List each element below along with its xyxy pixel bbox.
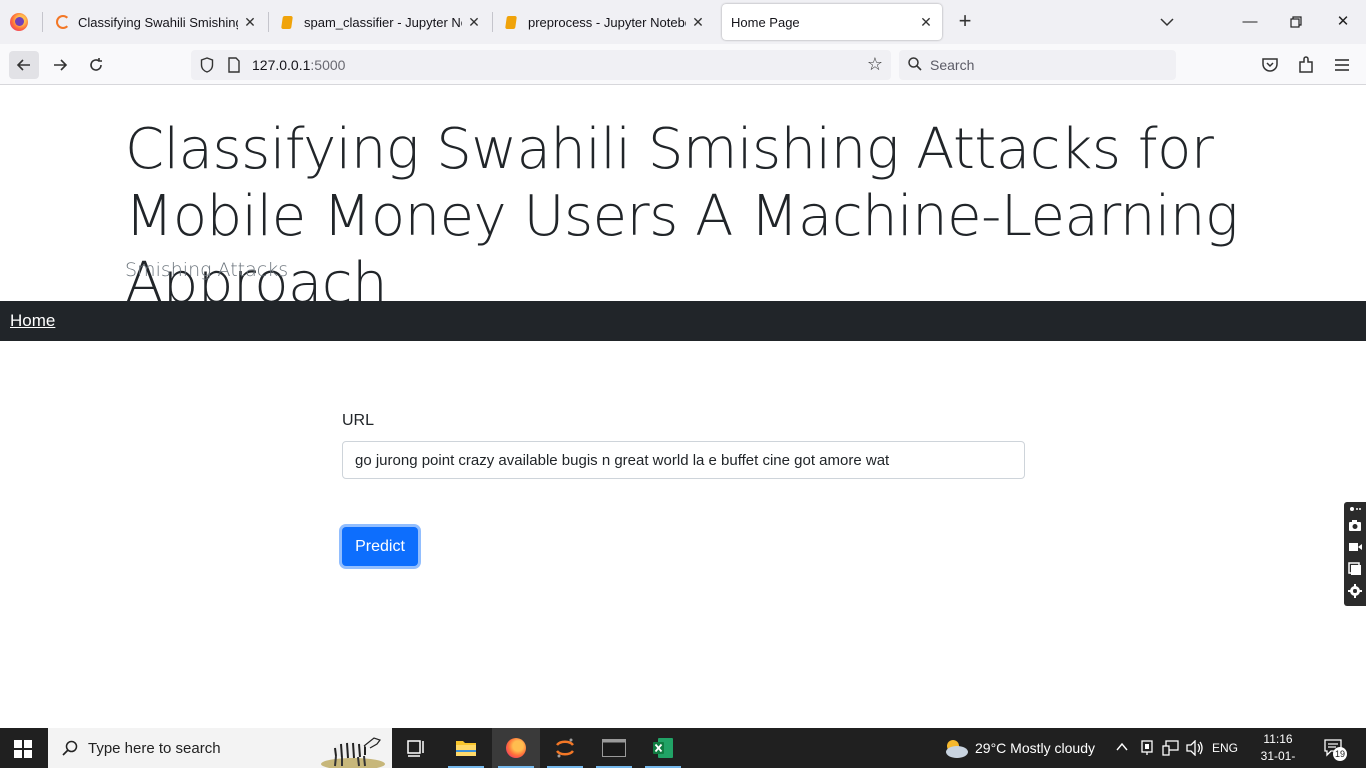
browser-tab-strip: Classifying Swahili Smishing Att ✕ spam_…	[0, 0, 1366, 44]
excel-icon	[653, 738, 673, 758]
browser-toolbar: 127.0.0.1:5000 ☆ Search	[0, 44, 1366, 85]
reload-icon	[90, 58, 102, 71]
close-tab-icon[interactable]: ✕	[466, 14, 482, 31]
tab-title: Classifying Swahili Smishing Att	[78, 14, 238, 30]
tab-separator	[268, 12, 269, 32]
nav-home-link[interactable]: Home	[10, 311, 55, 331]
notification-button[interactable]: 19	[1324, 739, 1347, 761]
extensions-icon[interactable]	[1296, 55, 1316, 75]
bookmark-star-icon[interactable]: ☆	[867, 54, 883, 75]
tab-separator	[492, 12, 493, 32]
clock-time: 11:16	[1263, 732, 1293, 746]
notebook-icon	[505, 15, 517, 29]
jupyter-icon	[56, 15, 70, 29]
taskbar-terminal[interactable]	[590, 728, 638, 768]
new-tab-button[interactable]: +	[956, 10, 974, 34]
terminal-icon	[602, 739, 626, 757]
tab-home-page[interactable]: Home Page ✕	[722, 4, 942, 40]
task-view-button[interactable]	[392, 728, 440, 768]
url-input[interactable]	[342, 441, 1025, 479]
firefox-icon	[506, 738, 526, 758]
taskbar-search-placeholder: Type here to search	[88, 740, 221, 757]
clock-date: 31-01-2023	[1260, 749, 1296, 768]
search-bar[interactable]: Search	[899, 50, 1176, 80]
settings-icon[interactable]	[1348, 584, 1362, 598]
forward-arrow-icon	[54, 59, 68, 71]
taskbar-file-explorer[interactable]	[442, 728, 490, 768]
minimize-button[interactable]: —	[1238, 10, 1262, 34]
reload-button[interactable]	[82, 51, 110, 79]
url-port: :5000	[310, 57, 346, 73]
tab-separator	[42, 12, 43, 32]
tab-title: Home Page	[731, 14, 800, 30]
page-subtitle: Smishing Attacks	[125, 259, 289, 281]
tab-title: preprocess - Jupyter Notebook	[528, 14, 686, 30]
weather-text[interactable]: 29°C Mostly cloudy	[975, 740, 1095, 756]
back-arrow-icon	[16, 59, 30, 71]
network-icon[interactable]	[1162, 740, 1180, 756]
taskbar-excel[interactable]	[639, 728, 687, 768]
folder-icon	[456, 741, 476, 756]
pocket-icon[interactable]	[1260, 55, 1280, 75]
tab-title: spam_classifier - Jupyter Notebo	[304, 14, 462, 30]
firefox-icon[interactable]	[10, 13, 28, 31]
close-tab-icon[interactable]: ✕	[242, 14, 258, 31]
tab-spam-classifier[interactable]: spam_classifier - Jupyter Notebo ✕	[272, 4, 490, 40]
site-navbar: Home	[0, 301, 1366, 341]
zebra-illustration	[321, 737, 385, 768]
address-bar[interactable]: 127.0.0.1:5000 ☆	[191, 50, 891, 80]
notification-count-badge: 19	[1333, 747, 1347, 761]
web-page: Classifying Swahili Smishing Attacks for…	[0, 85, 1366, 728]
url-host: 127.0.0.1	[252, 57, 311, 73]
chevron-up-icon[interactable]	[1116, 742, 1128, 752]
notebook-icon	[281, 15, 293, 29]
taskbar-firefox[interactable]	[492, 728, 540, 768]
menu-icon[interactable]	[1332, 55, 1352, 75]
volume-icon[interactable]	[1186, 740, 1204, 756]
video-icon[interactable]	[1348, 540, 1362, 554]
restore-button[interactable]	[1284, 10, 1308, 34]
window-capture-icon[interactable]	[1348, 562, 1362, 576]
weather-cloud-icon[interactable]	[942, 737, 970, 759]
page-title: Classifying Swahili Smishing Attacks for…	[125, 117, 1238, 316]
url-label: URL	[342, 412, 375, 429]
camera-icon[interactable]	[1348, 518, 1362, 532]
chevron-down-icon[interactable]	[1158, 14, 1176, 30]
meet-now-icon[interactable]	[1140, 740, 1154, 756]
page-info-icon[interactable]	[227, 57, 241, 73]
taskbar: Type here to search 29°C Mostly cloudy E…	[0, 728, 1366, 768]
search-icon	[62, 740, 78, 756]
capture-toolbar	[1344, 502, 1366, 606]
url-text: 127.0.0.1:5000	[252, 57, 345, 73]
taskbar-jupyter[interactable]	[541, 728, 589, 768]
search-icon	[908, 57, 922, 71]
clock[interactable]: 11:16 31-01-2023	[1248, 731, 1308, 768]
tab-preprocess[interactable]: preprocess - Jupyter Notebook ✕	[496, 4, 714, 40]
taskbar-search-box[interactable]: Type here to search	[48, 728, 392, 768]
pen-icon[interactable]	[1348, 505, 1362, 513]
tab-classifying[interactable]: Classifying Swahili Smishing Att ✕	[48, 4, 266, 40]
forward-button[interactable]	[46, 51, 74, 79]
close-tab-icon[interactable]: ✕	[918, 14, 934, 31]
shield-icon[interactable]	[200, 57, 214, 73]
close-window-button[interactable]: ✕	[1331, 10, 1355, 34]
language-indicator[interactable]: ENG	[1212, 741, 1238, 755]
restore-icon	[1290, 16, 1302, 28]
search-placeholder: Search	[930, 57, 975, 73]
windows-start-icon[interactable]	[14, 740, 32, 758]
jupyter-icon	[556, 738, 574, 758]
task-view-icon	[407, 740, 424, 757]
close-tab-icon[interactable]: ✕	[690, 14, 706, 31]
back-button[interactable]	[9, 51, 39, 79]
predict-button[interactable]: Predict	[342, 527, 418, 566]
